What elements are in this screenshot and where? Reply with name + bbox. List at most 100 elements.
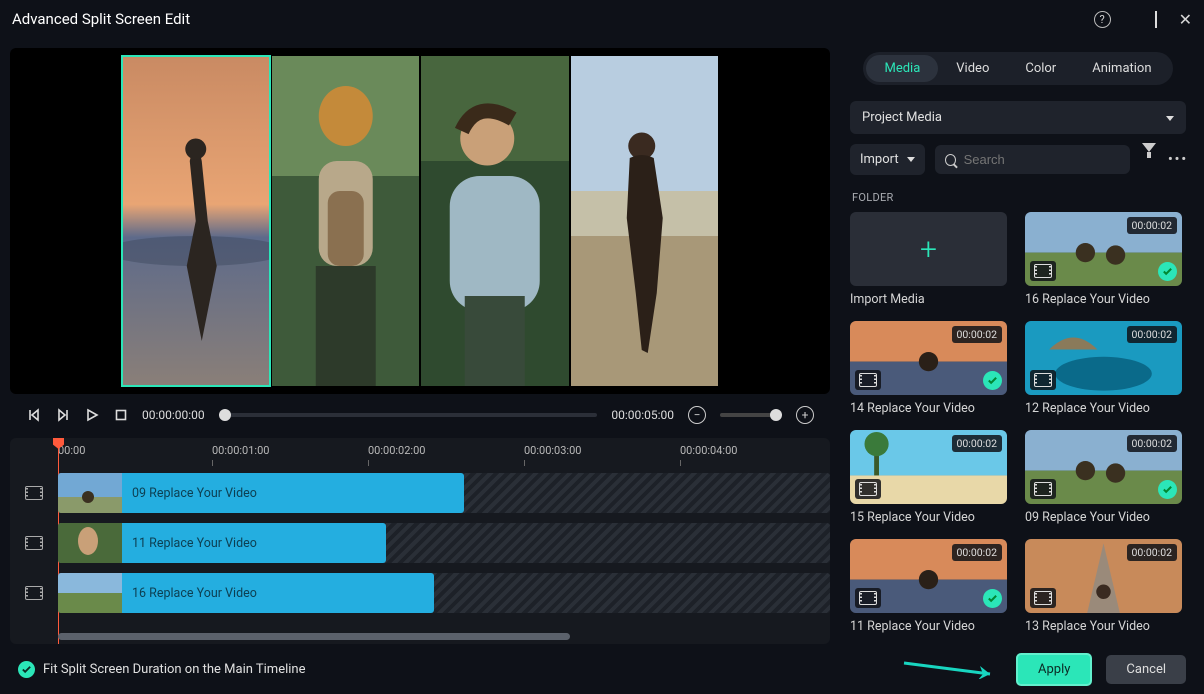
title-bar: Advanced Split Screen Edit ? ✕ (0, 0, 1204, 38)
prev-frame-button[interactable] (26, 408, 41, 423)
chevron-down-icon (907, 157, 915, 162)
ruler-tick: 00:00:02:00 (368, 444, 425, 457)
media-item[interactable]: 00:00:02 15 Replace Your Video (850, 430, 1007, 525)
duration-badge: 00:00:02 (1127, 544, 1178, 561)
media-thumbnail[interactable]: 00:00:02 (1025, 539, 1182, 613)
tab-animation[interactable]: Animation (1074, 55, 1169, 82)
duration-badge: 00:00:02 (1127, 435, 1178, 452)
clip-label: 16 Replace Your Video (122, 586, 257, 601)
filter-icon[interactable] (1140, 152, 1158, 167)
dropdown-value: Project Media (862, 110, 942, 125)
play-button[interactable] (84, 408, 99, 423)
media-item[interactable]: 00:00:02 11 Replace Your Video (850, 539, 1007, 634)
close-button[interactable]: ✕ (1179, 10, 1192, 29)
preview-canvas[interactable] (10, 48, 830, 394)
fit-label: Fit Split Screen Duration on the Main Ti… (43, 662, 305, 677)
help-icon[interactable]: ? (1094, 11, 1111, 28)
media-item[interactable]: 00:00:02 14 Replace Your Video (850, 321, 1007, 416)
import-media-tile[interactable]: + Import Media (850, 212, 1007, 307)
media-item[interactable]: 00:00:02 09 Replace Your Video (1025, 430, 1182, 525)
applied-check-icon (1158, 480, 1177, 499)
timeline-track: 09 Replace Your Video (10, 470, 830, 516)
plus-icon: + (920, 232, 937, 267)
ruler-tick: 00:00:04:00 (680, 444, 737, 457)
split-panel-3[interactable] (421, 56, 569, 386)
media-grid: + Import Media 00:00:02 16 Replace Your V… (850, 212, 1186, 644)
tab-color[interactable]: Color (1007, 55, 1074, 82)
time-slider[interactable] (219, 413, 598, 417)
media-label: 15 Replace Your Video (850, 510, 1007, 525)
timeline-clip[interactable]: 16 Replace Your Video (58, 573, 434, 613)
more-options-icon[interactable]: ••• (1168, 152, 1186, 167)
maximize-button[interactable] (1155, 12, 1157, 27)
timeline-track: 16 Replace Your Video (10, 570, 830, 616)
timeline-track: 11 Replace Your Video (10, 520, 830, 566)
stop-button[interactable] (113, 408, 128, 423)
media-label: 12 Replace Your Video (1025, 401, 1182, 416)
media-item[interactable]: 00:00:0213 Replace Your Video (1025, 539, 1182, 634)
filetype-icon (855, 479, 881, 499)
clip-label: 11 Replace Your Video (122, 536, 257, 551)
timeline[interactable]: 00:00 00:00:01:00 00:00:02:00 00:00:03:0… (10, 438, 830, 644)
zoom-slider[interactable] (720, 413, 782, 417)
window-controls: ? ✕ (1094, 10, 1192, 29)
track-lane[interactable]: 16 Replace Your Video (58, 573, 830, 613)
media-label: 16 Replace Your Video (1025, 292, 1182, 307)
track-lane[interactable]: 11 Replace Your Video (58, 523, 830, 563)
media-thumbnail[interactable]: 00:00:02 (1025, 430, 1182, 504)
fit-duration-checkbox[interactable]: Fit Split Screen Duration on the Main Ti… (18, 661, 305, 678)
split-panel-4[interactable] (571, 56, 719, 386)
import-label: Import (860, 152, 899, 167)
tab-media[interactable]: Media (866, 55, 938, 82)
zoom-out-button[interactable]: − (688, 406, 706, 424)
track-type-icon (10, 486, 58, 500)
media-item[interactable]: 00:00:02 12 Replace Your Video (1025, 321, 1182, 416)
filetype-icon (1030, 370, 1056, 390)
zoom-in-button[interactable]: + (796, 406, 814, 424)
split-panel-2[interactable] (272, 56, 420, 386)
next-frame-button[interactable] (55, 408, 70, 423)
chevron-down-icon (1166, 110, 1174, 125)
media-label: 09 Replace Your Video (1025, 510, 1182, 525)
media-thumbnail[interactable]: 00:00:02 (850, 539, 1007, 613)
filetype-icon (1030, 588, 1056, 608)
cancel-button[interactable]: Cancel (1106, 655, 1186, 684)
footer: Fit Split Screen Duration on the Main Ti… (0, 644, 1204, 694)
total-time: 00:00:05:00 (611, 408, 674, 422)
applied-check-icon (983, 589, 1002, 608)
applied-check-icon (1158, 262, 1177, 281)
media-source-dropdown[interactable]: Project Media (850, 101, 1186, 134)
ruler-tick: 00:00:01:00 (212, 444, 269, 457)
timeline-clip[interactable]: 11 Replace Your Video (58, 523, 386, 563)
applied-check-icon (983, 371, 1002, 390)
track-type-icon (10, 536, 58, 550)
media-label: 11 Replace Your Video (850, 619, 1007, 634)
media-thumbnail[interactable]: 00:00:02 (1025, 212, 1182, 286)
media-thumbnail[interactable]: 00:00:02 (850, 321, 1007, 395)
duration-badge: 00:00:02 (1127, 217, 1178, 234)
track-type-icon (10, 586, 58, 600)
search-input-wrap[interactable] (935, 145, 1130, 174)
duration-badge: 00:00:02 (1127, 326, 1178, 343)
window-title: Advanced Split Screen Edit (12, 10, 190, 28)
media-item[interactable]: 00:00:02 16 Replace Your Video (1025, 212, 1182, 307)
track-lane[interactable]: 09 Replace Your Video (58, 473, 830, 513)
clip-label: 09 Replace Your Video (122, 486, 257, 501)
timeline-clip[interactable]: 09 Replace Your Video (58, 473, 464, 513)
split-panel-1[interactable] (122, 56, 270, 386)
import-button[interactable]: Import (850, 144, 925, 175)
timeline-ruler[interactable]: 00:00 00:00:01:00 00:00:02:00 00:00:03:0… (58, 438, 830, 470)
current-time: 00:00:00:00 (142, 408, 205, 422)
timeline-scrollbar[interactable] (58, 633, 570, 640)
apply-button[interactable]: Apply (1016, 653, 1092, 686)
search-input[interactable] (964, 152, 1120, 167)
media-label: Import Media (850, 292, 1007, 307)
media-thumbnail[interactable]: 00:00:02 (1025, 321, 1182, 395)
ruler-tick: 00:00:03:00 (524, 444, 581, 457)
duration-badge: 00:00:02 (952, 326, 1003, 343)
media-thumbnail[interactable]: 00:00:02 (850, 430, 1007, 504)
media-label: 14 Replace Your Video (850, 401, 1007, 416)
check-icon (18, 661, 35, 678)
search-icon (945, 154, 956, 166)
tab-video[interactable]: Video (938, 55, 1007, 82)
